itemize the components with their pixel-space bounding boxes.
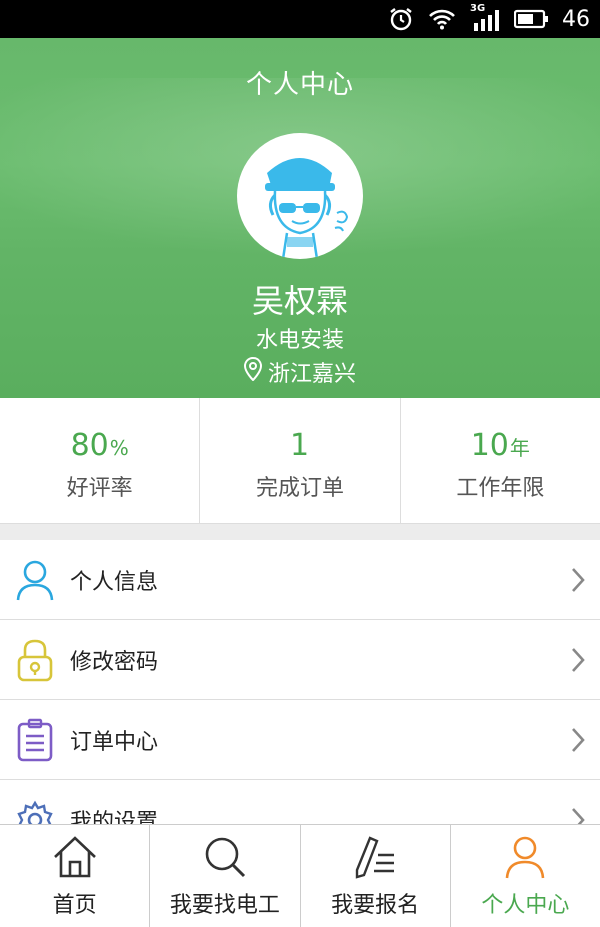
stat-experience: 10年 工作年限 <box>401 398 600 523</box>
battery-icon <box>514 9 548 29</box>
user-icon <box>0 540 70 620</box>
network-type: 3G <box>470 3 486 14</box>
stat-label: 工作年限 <box>456 476 545 501</box>
stat-value: 10年 <box>470 428 530 463</box>
tab-home[interactable]: 首页 <box>0 825 151 927</box>
stat-unit: 年 <box>509 436 530 460</box>
menu-item-change-password[interactable]: 修改密码 <box>0 620 600 700</box>
tab-label: 首页 <box>52 893 97 918</box>
page-title: 个人中心 <box>245 70 354 100</box>
clipboard-icon <box>0 700 70 780</box>
profile-menu: 个人信息 修改密码 订单中心 我的设置 <box>0 540 600 860</box>
location-pin-icon <box>243 356 262 387</box>
search-icon <box>202 835 248 883</box>
stat-orders: 1 完成订单 <box>200 398 401 523</box>
menu-item-label: 修改密码 <box>70 649 159 675</box>
stat-label: 完成订单 <box>255 476 344 501</box>
menu-item-label: 个人信息 <box>70 569 159 595</box>
stat-value: 1 <box>289 428 310 463</box>
user-occupation: 水电安装 <box>255 328 344 353</box>
section-divider <box>0 524 600 540</box>
status-bar: 3G 46 <box>0 0 600 38</box>
location-text: 浙江嘉兴 <box>267 362 356 387</box>
user-location: 浙江嘉兴 <box>0 356 600 388</box>
stat-value: 80% <box>70 428 129 463</box>
avatar[interactable] <box>237 133 363 259</box>
chevron-right-icon <box>570 646 586 678</box>
home-icon <box>52 835 98 883</box>
menu-item-personal-info[interactable]: 个人信息 <box>0 540 600 620</box>
stat-label: 好评率 <box>66 476 133 501</box>
alarm-icon <box>388 6 414 32</box>
tab-label: 我要找电工 <box>169 893 280 918</box>
stat-rating: 80% 好评率 <box>0 398 201 523</box>
stat-unit: % <box>109 436 129 460</box>
chevron-right-icon <box>570 726 586 758</box>
tab-profile[interactable]: 个人中心 <box>451 825 600 927</box>
bottom-tab-bar: 首页 我要找电工 我要报名 个人中心 <box>0 824 600 927</box>
tab-find-electrician[interactable]: 我要找电工 <box>150 825 301 927</box>
profile-header: 个人中心 吴权霖 水电安装 浙江嘉兴 <box>0 38 600 398</box>
wifi-icon <box>428 8 456 30</box>
chevron-right-icon <box>570 566 586 598</box>
menu-item-order-center[interactable]: 订单中心 <box>0 700 600 780</box>
signal-icon: 3G <box>470 3 500 31</box>
stats-row: 80% 好评率 1 完成订单 10年 工作年限 <box>0 398 600 524</box>
user-icon <box>502 835 548 883</box>
battery-level: 46 <box>562 6 590 32</box>
user-name: 吴权霖 <box>251 282 348 320</box>
edit-icon <box>352 835 398 883</box>
lock-icon <box>0 620 70 700</box>
tab-label: 我要报名 <box>331 893 420 918</box>
tab-label: 个人中心 <box>481 893 570 918</box>
menu-item-label: 订单中心 <box>70 729 159 755</box>
tab-register[interactable]: 我要报名 <box>301 825 451 927</box>
